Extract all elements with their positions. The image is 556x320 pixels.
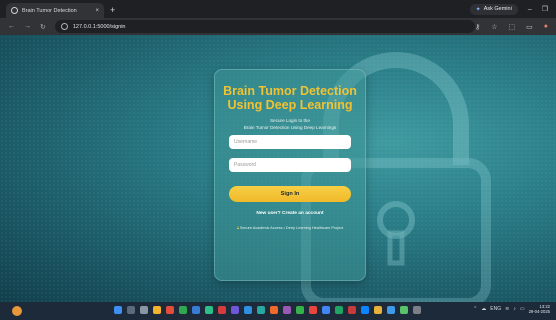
subtitle-line-2: Brain Tumor Detection Using Deep Learnin… (243, 124, 337, 130)
app-icon-7[interactable] (244, 306, 252, 314)
site-info-icon[interactable] (60, 23, 68, 30)
new-tab-button[interactable]: + (110, 5, 115, 15)
forward-arrow-icon[interactable]: → (24, 23, 31, 30)
ask-gemini-button[interactable]: ✦ Ask Gemini (469, 3, 518, 15)
clock[interactable]: 13:22 29-04-2025 (529, 304, 550, 315)
key-icon[interactable]: ⚷ (475, 23, 480, 31)
app-icon-4[interactable] (205, 306, 213, 314)
app-icon-2[interactable] (179, 306, 187, 314)
app-icon-11[interactable] (296, 306, 304, 314)
speaker-icon[interactable]: ♪ (513, 306, 516, 312)
battery-icon[interactable]: ▭ (520, 306, 525, 312)
os-taskbar: ⌃ ☁ ENG ≋ ♪ ▭ 13:22 29-04-2025 (0, 302, 556, 320)
wifi-icon[interactable]: ≋ (505, 306, 509, 312)
app-icon-14[interactable] (348, 306, 356, 314)
new-user-text: New user? (256, 211, 281, 216)
app-icon-5[interactable] (218, 306, 226, 314)
clock-date: 29-04-2025 (528, 309, 550, 315)
bookmark-star-icon[interactable]: ☆ (491, 23, 497, 31)
weather-widget-icon[interactable] (12, 306, 22, 316)
language-indicator[interactable]: ENG (490, 306, 501, 312)
chrome-icon[interactable] (322, 306, 330, 314)
taskbar-apps (114, 306, 421, 314)
app-icon-1[interactable] (166, 306, 174, 314)
new-user-prompt: New user? Create an account (215, 211, 365, 216)
app-icon-12[interactable] (309, 306, 317, 314)
sidepanel-icon[interactable]: ▭ (526, 23, 533, 31)
address-bar-row: ← → ↻ 127.0.0.1:5000/signin ⚷ ☆ ⬚ ▭ ● (0, 18, 556, 35)
minimize-button[interactable]: – (528, 6, 532, 13)
app-icon-16[interactable] (374, 306, 382, 314)
restore-button[interactable]: ❐ (542, 5, 548, 13)
login-card: Brain Tumor Detection Using Deep Learnin… (214, 69, 366, 281)
app-icon-8[interactable] (257, 306, 265, 314)
url-omnibox[interactable]: 127.0.0.1:5000/signin (54, 20, 475, 33)
url-text[interactable]: 127.0.0.1:5000/signin (73, 24, 126, 30)
sign-in-button[interactable]: Sign In (229, 186, 351, 202)
start-icon[interactable] (114, 306, 122, 314)
app-icon-9[interactable] (270, 306, 278, 314)
globe-icon (11, 7, 18, 14)
tab-close-button[interactable]: × (95, 8, 99, 14)
page-viewport: Brain Tumor Detection Using Deep Learnin… (0, 35, 556, 302)
footer-note: 🔒︎ Secure Academic Access • Deep Learnin… (227, 225, 353, 231)
app-icon-3[interactable] (192, 306, 200, 314)
password-input[interactable] (229, 158, 351, 172)
profile-avatar-icon[interactable]: ● (544, 23, 548, 30)
app-icon-10[interactable] (283, 306, 291, 314)
reload-icon[interactable]: ↻ (40, 23, 46, 31)
browser-tab-strip: Brain Tumor Detection × + ✦ Ask Gemini –… (0, 0, 556, 18)
username-input[interactable] (229, 135, 351, 149)
app-icon-17[interactable] (387, 306, 395, 314)
extensions-icon[interactable]: ⬚ (509, 23, 516, 31)
app-icon-18[interactable] (400, 306, 408, 314)
cloud-icon[interactable]: ☁ (481, 306, 486, 312)
app-icon-15[interactable] (361, 306, 369, 314)
lock-emoji-icon: 🔒︎ (236, 226, 239, 230)
task-view-icon[interactable] (140, 306, 148, 314)
gemini-star-icon: ✦ (475, 6, 481, 13)
login-subtitle: Secure Login to the Brain Tumor Detectio… (215, 118, 365, 131)
create-account-link[interactable]: Create an account (282, 211, 324, 216)
footer-note-text: Secure Academic Access • Deep Learning H… (239, 226, 344, 230)
app-icon-6[interactable] (231, 306, 239, 314)
file-explorer-icon[interactable] (153, 306, 161, 314)
system-tray: ⌃ ☁ ENG ≋ ♪ ▭ 13:22 29-04-2025 (473, 304, 550, 315)
page-title: Brain Tumor Detection Using Deep Learnin… (223, 84, 357, 112)
app-icon-13[interactable] (335, 306, 343, 314)
ask-gemini-label: Ask Gemini (483, 6, 512, 12)
chevron-up-icon[interactable]: ⌃ (473, 306, 477, 312)
search-icon[interactable] (127, 306, 135, 314)
app-icon-19[interactable] (413, 306, 421, 314)
tab-title: Brain Tumor Detection (22, 7, 77, 14)
back-arrow-icon[interactable]: ← (8, 23, 15, 30)
browser-tab[interactable]: Brain Tumor Detection × (6, 3, 104, 18)
